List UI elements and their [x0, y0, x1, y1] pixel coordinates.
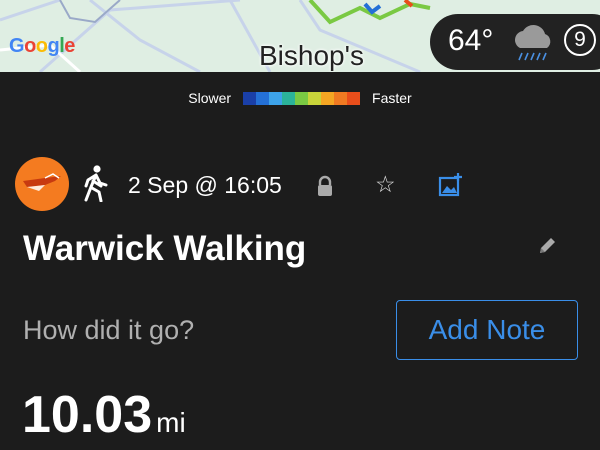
faster-label: Faster: [372, 90, 412, 106]
pace-color-swatch: [295, 91, 309, 105]
feel-prompt: How did it go?: [23, 315, 195, 345]
distance-unit: mi: [156, 407, 186, 438]
distance-value: 10.03: [22, 386, 153, 444]
pace-color-swatch: [243, 91, 257, 105]
slower-label: Slower: [188, 90, 232, 106]
activity-date: 2 Sep @ 16:05: [128, 172, 282, 198]
weather-widget[interactable]: 64° 9: [430, 14, 600, 70]
pace-color-swatch: [321, 91, 335, 105]
pace-color-swatch: [269, 91, 283, 105]
pace-color-swatch: [347, 91, 361, 105]
pace-color-swatch: [334, 91, 348, 105]
map-place-label: Bishop's: [259, 40, 364, 71]
pace-color-swatch: [308, 91, 322, 105]
pace-color-swatch: [282, 91, 296, 105]
activity-title[interactable]: Warwick Walking: [23, 229, 306, 269]
add-note-button[interactable]: Add Note: [396, 300, 578, 360]
google-logo-letter: o: [35, 35, 48, 57]
strava-avatar-icon: [23, 173, 61, 191]
walking-icon: [84, 165, 108, 202]
athlete-avatar[interactable]: [15, 157, 69, 211]
google-attribution: Google: [9, 35, 75, 58]
weather-temperature: 64°: [448, 24, 494, 57]
google-logo-letter: o: [24, 35, 36, 57]
rain-cloud-icon: [515, 25, 551, 61]
google-logo-letter: g: [47, 35, 60, 57]
google-logo-letter: e: [64, 35, 75, 57]
pace-color-bar: [243, 91, 361, 105]
google-logo-letter: G: [9, 35, 25, 57]
pace-legend: Slower Faster: [0, 90, 600, 106]
lock-icon[interactable]: [316, 175, 334, 197]
pace-color-swatch: [256, 91, 270, 105]
add-photo-icon[interactable]: [438, 172, 464, 198]
counter-badge: 9: [564, 24, 596, 56]
distance-stat: 10.03 mi: [22, 385, 186, 445]
edit-pencil-icon[interactable]: [537, 236, 557, 256]
star-icon[interactable]: ☆: [375, 171, 396, 198]
